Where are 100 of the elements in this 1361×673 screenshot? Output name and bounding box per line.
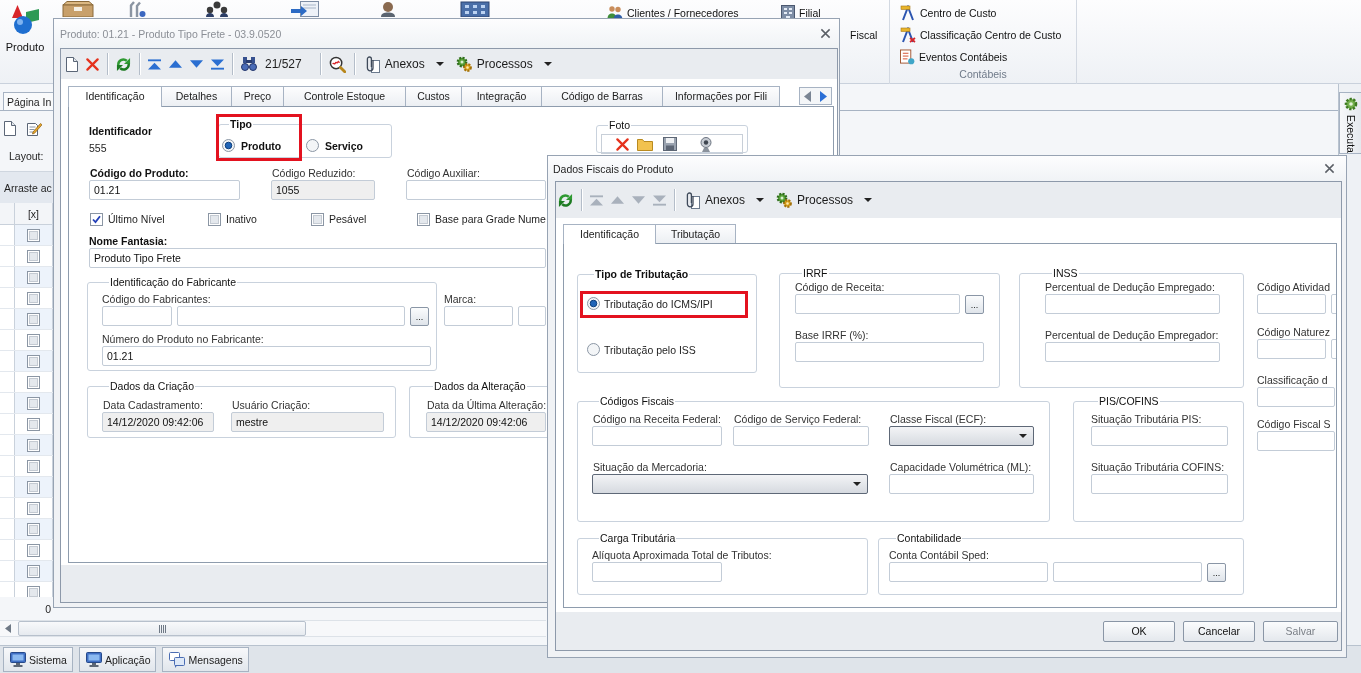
tab[interactable]: Código de Barras xyxy=(541,86,663,106)
document-arrow-icon[interactable] xyxy=(290,1,320,17)
taskbar-button[interactable]: Aplicação xyxy=(78,647,157,672)
radio-button[interactable] xyxy=(587,297,600,310)
taskbar-button[interactable]: Mensagens xyxy=(162,647,249,672)
ribbon-button[interactable]: Eventos Contábeis xyxy=(900,44,1076,66)
checkbox[interactable] xyxy=(27,459,40,473)
scrollbar-thumb[interactable] xyxy=(18,621,306,636)
people-icon[interactable] xyxy=(205,1,229,17)
checkbox[interactable] xyxy=(27,543,40,557)
tab[interactable]: Integração xyxy=(461,86,542,106)
input-field[interactable] xyxy=(444,306,513,326)
new-document-icon[interactable] xyxy=(4,120,16,136)
binoculars-icon[interactable] xyxy=(241,57,257,71)
input-field[interactable] xyxy=(1053,562,1202,582)
taskbar-button[interactable]: Sistema xyxy=(3,647,73,672)
processes-button[interactable]: Processos xyxy=(774,188,875,212)
checkbox[interactable] xyxy=(27,291,40,305)
checkbox[interactable] xyxy=(90,212,103,226)
box-icon[interactable] xyxy=(62,1,94,17)
last-record-icon[interactable] xyxy=(211,58,224,70)
tab[interactable]: Informações por Fili xyxy=(662,86,780,106)
input-field[interactable] xyxy=(889,474,1034,494)
input-field[interactable] xyxy=(795,342,984,362)
checkbox[interactable] xyxy=(27,228,40,242)
edit-icon[interactable] xyxy=(27,120,42,136)
input-field[interactable]: 01.21 xyxy=(89,180,240,200)
tab[interactable]: Custos xyxy=(405,86,462,106)
person-icon[interactable] xyxy=(380,1,396,17)
ok-button[interactable]: OK xyxy=(1103,620,1175,642)
checkbox[interactable] xyxy=(417,212,430,226)
tab[interactable]: Identificação xyxy=(563,224,656,244)
input-field[interactable] xyxy=(1257,431,1335,451)
checkbox[interactable] xyxy=(208,212,221,226)
save-icon[interactable] xyxy=(663,137,677,151)
ribbon-button[interactable]: Fiscal xyxy=(850,22,878,44)
page-tab[interactable]: Página In xyxy=(3,92,55,110)
ribbon-button[interactable]: Produto xyxy=(0,0,50,60)
input-field[interactable] xyxy=(1257,294,1326,314)
radio-button[interactable] xyxy=(222,139,235,152)
input-field[interactable] xyxy=(518,306,546,326)
checkbox[interactable] xyxy=(27,585,40,597)
ribbon-button[interactable]: Centro de Custo xyxy=(900,0,1076,22)
input-field[interactable]: 01.21 xyxy=(102,346,431,366)
next-record-icon[interactable] xyxy=(190,60,203,68)
input-field[interactable] xyxy=(733,426,869,446)
radio-button[interactable] xyxy=(306,139,319,152)
checkbox[interactable] xyxy=(27,249,40,263)
previous-record-icon[interactable] xyxy=(169,60,182,68)
attachments-button[interactable]: Anexos xyxy=(683,188,767,212)
input-field[interactable] xyxy=(1045,342,1220,362)
checkbox[interactable] xyxy=(27,354,40,368)
scroll-right-icon[interactable] xyxy=(819,90,827,102)
close-icon[interactable] xyxy=(820,28,831,39)
checkbox[interactable] xyxy=(27,417,40,431)
tab[interactable]: Detalhes xyxy=(161,86,232,106)
magnifier-icon[interactable] xyxy=(328,55,346,73)
checkbox[interactable] xyxy=(27,333,40,347)
tab[interactable]: Identificação xyxy=(68,86,162,107)
dropdown[interactable] xyxy=(889,426,1034,446)
attachments-button[interactable]: Anexos xyxy=(362,52,446,76)
input-field[interactable] xyxy=(406,180,546,200)
cancel-button[interactable]: Cancelar xyxy=(1183,620,1255,642)
checkbox[interactable] xyxy=(27,312,40,326)
refresh-icon[interactable] xyxy=(116,56,131,72)
first-record-icon[interactable] xyxy=(148,58,161,70)
ribbon-button[interactable]: Classificação Centro de Custo xyxy=(900,22,1076,44)
browse-button[interactable]: ... xyxy=(965,294,984,314)
side-tab[interactable]: Executa xyxy=(1339,92,1361,154)
checkbox[interactable] xyxy=(27,501,40,515)
checkbox[interactable] xyxy=(27,375,40,389)
checkbox[interactable] xyxy=(27,480,40,494)
scroll-left-icon[interactable] xyxy=(5,624,11,633)
input-field[interactable] xyxy=(1257,387,1335,407)
tab[interactable]: Controle Estoque xyxy=(283,86,406,106)
checkbox[interactable] xyxy=(27,564,40,578)
checkbox[interactable] xyxy=(27,438,40,452)
input-field[interactable] xyxy=(102,306,172,326)
building-icon[interactable] xyxy=(460,1,490,17)
input-field[interactable] xyxy=(889,562,1048,582)
pipes-icon[interactable] xyxy=(128,1,146,17)
input-field[interactable] xyxy=(592,562,722,582)
dropdown[interactable] xyxy=(592,474,868,494)
input-field[interactable] xyxy=(795,294,960,314)
input-field[interactable]: Produto Tipo Frete xyxy=(89,248,546,268)
new-document-icon[interactable] xyxy=(66,56,78,72)
folder-icon[interactable] xyxy=(637,137,653,151)
tab[interactable]: Tributação xyxy=(655,224,736,243)
processes-button[interactable]: Processos xyxy=(453,52,554,76)
input-field[interactable] xyxy=(1045,294,1220,314)
scroll-left-icon[interactable] xyxy=(804,90,812,102)
browse-button[interactable]: ... xyxy=(1207,562,1226,582)
tab[interactable]: Preço xyxy=(231,86,284,106)
delete-icon[interactable] xyxy=(616,137,629,151)
checkbox[interactable] xyxy=(27,522,40,536)
checkbox[interactable] xyxy=(27,270,40,284)
browse-button[interactable]: ... xyxy=(410,306,429,326)
refresh-icon[interactable] xyxy=(558,192,573,208)
input-field[interactable] xyxy=(592,426,722,446)
close-icon[interactable] xyxy=(1324,163,1335,174)
